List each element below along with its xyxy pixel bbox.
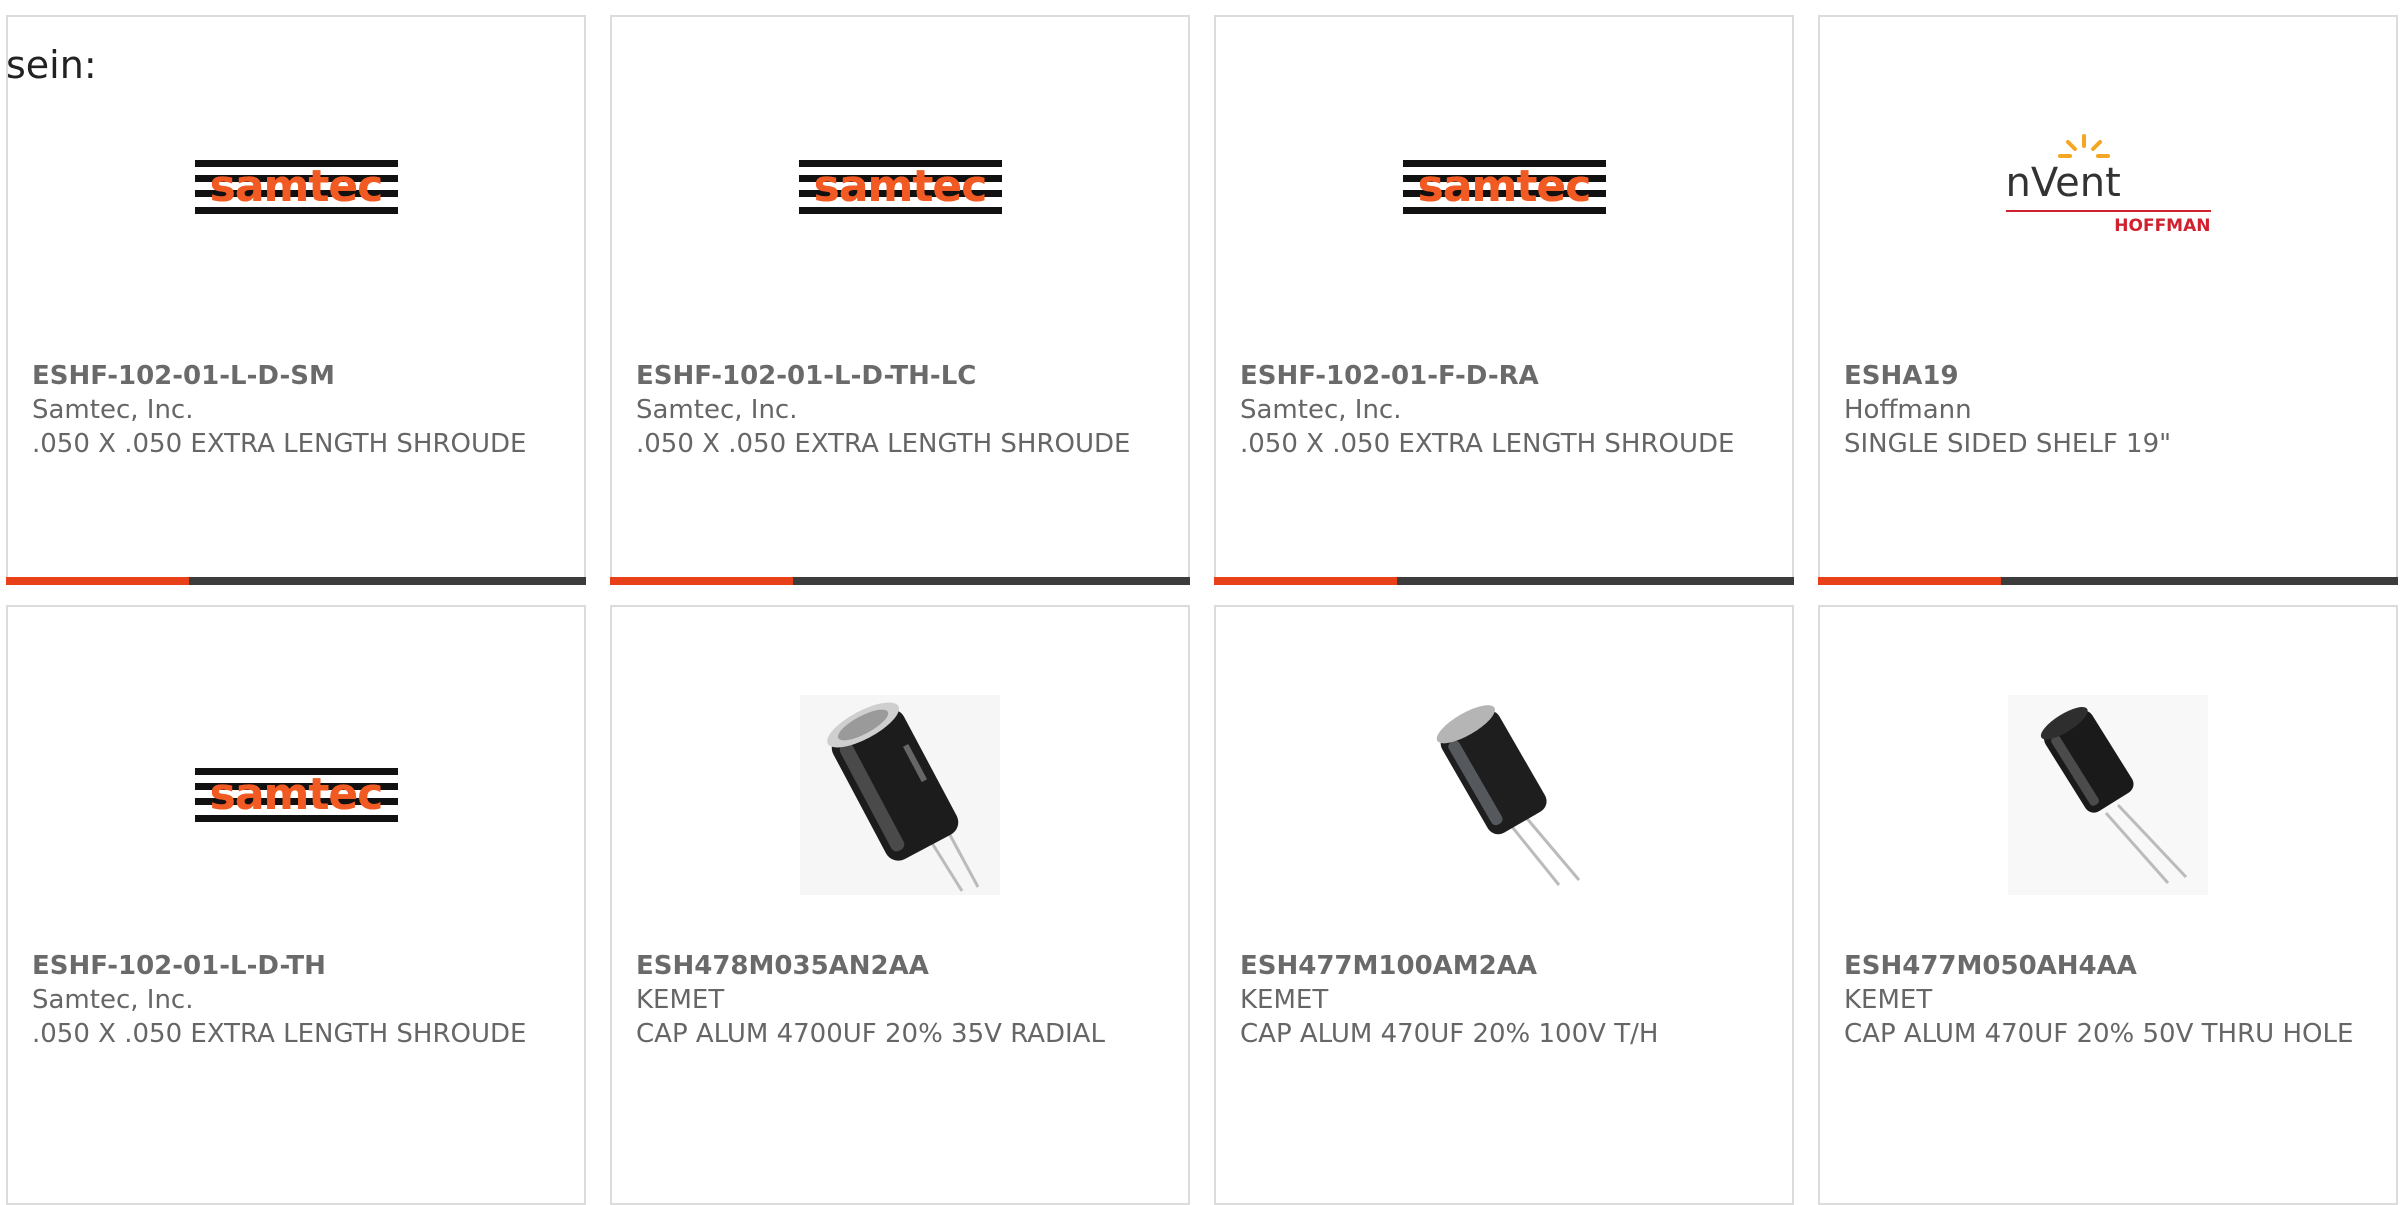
product-card[interactable]: samtec ESHF-102-01-L-D-TH Samtec, Inc. .…	[6, 605, 586, 1205]
card-accent-bar	[1818, 577, 2398, 585]
part-number[interactable]: ESH478M035AN2AA	[636, 949, 1168, 983]
manufacturer: Samtec, Inc.	[32, 985, 194, 1015]
product-card[interactable]: samtec ESHF-102-01-L-D-SM Samtec, Inc. .…	[6, 15, 586, 585]
samtec-logo: samtec	[194, 767, 398, 822]
product-image[interactable]	[612, 657, 1188, 932]
description: .050 X .050 EXTRA LENGTH SHROUDE	[32, 1019, 527, 1049]
product-image[interactable]: nVent HOFFMAN	[1820, 37, 2396, 337]
part-number[interactable]: ESH477M100AM2AA	[1240, 949, 1772, 983]
capacitor-photo	[800, 694, 1000, 895]
samtec-logo: samtec	[798, 160, 1002, 214]
part-number[interactable]: ESHF-102-01-L-D-TH	[32, 949, 564, 983]
product-image[interactable]: samtec	[1216, 37, 1792, 337]
product-card[interactable]: ESH477M100AM2AA KEMET CAP ALUM 470UF 20%…	[1214, 605, 1794, 1205]
product-card[interactable]: ESH478M035AN2AA KEMET CAP ALUM 4700UF 20…	[610, 605, 1190, 1205]
description: CAP ALUM 470UF 20% 100V T/H	[1240, 1019, 1659, 1049]
product-card[interactable]: samtec ESHF-102-01-L-D-TH-LC Samtec, Inc…	[610, 15, 1190, 585]
capacitor-photo	[2008, 694, 2208, 895]
manufacturer: Samtec, Inc.	[636, 395, 798, 425]
description: .050 X .050 EXTRA LENGTH SHROUDE	[636, 429, 1131, 459]
samtec-logo: samtec	[194, 160, 398, 214]
part-number[interactable]: ESH477M050AH4AA	[1844, 949, 2376, 983]
description: .050 X .050 EXTRA LENGTH SHROUDE	[1240, 429, 1735, 459]
manufacturer: KEMET	[1844, 985, 1933, 1015]
manufacturer: Samtec, Inc.	[1240, 395, 1402, 425]
capacitor-photo	[1404, 694, 1604, 895]
description: SINGLE SIDED SHELF 19"	[1844, 429, 2172, 459]
nvent-hoffman-logo: nVent HOFFMAN	[2005, 132, 2211, 242]
product-card[interactable]: ESH477M050AH4AA KEMET CAP ALUM 470UF 20%…	[1818, 605, 2398, 1205]
description: .050 X .050 EXTRA LENGTH SHROUDE	[32, 429, 527, 459]
part-number[interactable]: ESHF-102-01-L-D-SM	[32, 359, 564, 393]
samtec-logo: samtec	[1402, 160, 1606, 214]
description: CAP ALUM 4700UF 20% 35V RADIAL	[636, 1019, 1105, 1049]
card-accent-bar	[610, 577, 1190, 585]
product-image[interactable]: samtec	[612, 37, 1188, 337]
product-image[interactable]	[1820, 657, 2396, 932]
manufacturer: Samtec, Inc.	[32, 395, 194, 425]
prefix-text: sein:	[6, 43, 97, 87]
manufacturer: KEMET	[1240, 985, 1329, 1015]
part-number[interactable]: ESHF-102-01-F-D-RA	[1240, 359, 1772, 393]
product-card[interactable]: samtec ESHF-102-01-F-D-RA Samtec, Inc. .…	[1214, 15, 1794, 585]
part-number[interactable]: ESHA19	[1844, 359, 2376, 393]
description: CAP ALUM 470UF 20% 50V THRU HOLE	[1844, 1019, 2354, 1049]
manufacturer: KEMET	[636, 985, 725, 1015]
product-image[interactable]: samtec	[8, 657, 584, 932]
product-image[interactable]	[1216, 657, 1792, 932]
part-number[interactable]: ESHF-102-01-L-D-TH-LC	[636, 359, 1168, 393]
card-accent-bar	[6, 577, 586, 585]
manufacturer: Hoffmann	[1844, 395, 1972, 425]
product-card[interactable]: nVent HOFFMAN ESHA19 Hoffmann SINGLE SID…	[1818, 15, 2398, 585]
card-accent-bar	[1214, 577, 1794, 585]
